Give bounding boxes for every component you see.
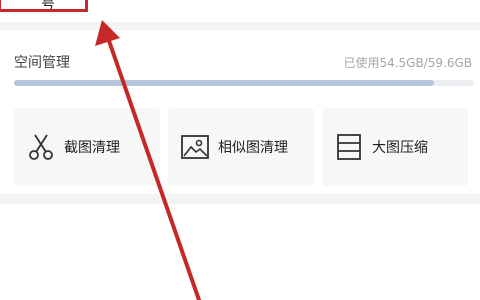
large-image-compress-label: 大图压缩 — [372, 140, 428, 156]
lower-content-area — [0, 204, 480, 300]
storage-progress-bar — [14, 80, 474, 86]
scissors-icon — [29, 134, 53, 160]
space-management-title: 空间管理 — [14, 55, 70, 71]
storage-progress-fill — [14, 80, 435, 86]
section-divider — [0, 194, 480, 204]
compress-icon — [337, 134, 361, 160]
similar-image-cleanup-button[interactable]: 相似图清理 — [168, 108, 314, 186]
storage-usage-text: 已使用54.5GB/59.6GB — [343, 56, 472, 70]
highlight-box — [0, 0, 88, 12]
large-image-compress-button[interactable]: 大图压缩 — [322, 108, 468, 186]
screenshot-cleanup-label: 截图清理 — [64, 140, 120, 156]
similar-image-cleanup-label: 相似图清理 — [218, 140, 288, 156]
image-icon — [181, 135, 209, 159]
screenshot-cleanup-button[interactable]: 截图清理 — [14, 108, 160, 186]
